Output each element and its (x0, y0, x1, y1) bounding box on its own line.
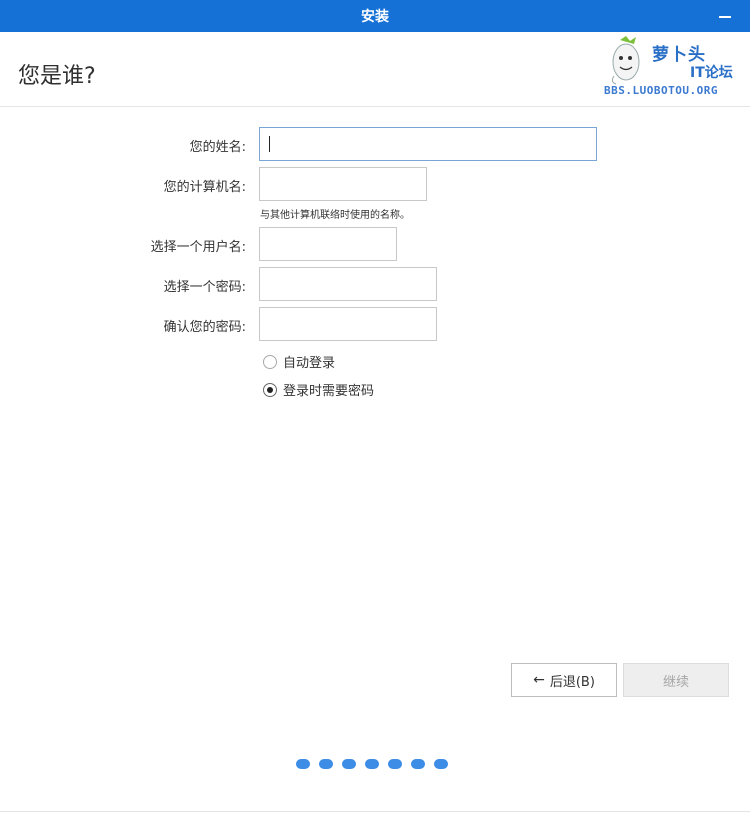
name-label: 您的姓名: (189, 140, 246, 155)
username-label: 选择一个用户名: (150, 240, 246, 255)
step-dot (365, 759, 379, 769)
mascot-icon (611, 36, 640, 85)
password-field[interactable] (259, 267, 437, 301)
require-password-radio[interactable] (263, 382, 277, 397)
minimize-icon[interactable] (718, 7, 732, 21)
page-header: 您是谁? 萝卜头 IT论坛 BBS.LUOBOTOU.ORG (0, 32, 750, 107)
computer-name-label: 您的计算机名: (163, 180, 246, 195)
step-dot (296, 759, 310, 769)
watermark-brand-sub: IT论坛 (690, 65, 733, 81)
back-button-label: 后退(B) (549, 674, 595, 690)
auto-login-label: 自动登录 (283, 356, 336, 371)
step-dot (434, 759, 448, 769)
step-dot (319, 759, 333, 769)
step-dot (342, 759, 356, 769)
require-password-option[interactable]: 登录时需要密码 (263, 380, 374, 399)
page-title: 您是谁? (18, 64, 96, 89)
auto-login-option[interactable]: 自动登录 (263, 352, 335, 371)
continue-button[interactable]: 继续 (623, 663, 729, 697)
continue-button-label: 继续 (662, 674, 689, 690)
step-dot (388, 759, 402, 769)
back-button[interactable]: ← 后退(B) (511, 663, 617, 697)
computer-name-field[interactable] (259, 167, 427, 201)
computer-name-hint: 与其他计算机联络时使用的名称。 (260, 210, 410, 221)
arrow-left-icon: ← (533, 672, 545, 688)
step-dot (411, 759, 425, 769)
auto-login-radio[interactable] (263, 354, 277, 369)
require-password-label: 登录时需要密码 (283, 384, 375, 399)
watermark-url: BBS.LUOBOTOU.ORG (604, 84, 718, 97)
confirm-password-field[interactable] (259, 307, 437, 341)
window-title: 安装 (361, 9, 389, 25)
confirm-password-label: 确认您的密码: (163, 320, 246, 335)
window-titlebar: 安装 (0, 0, 750, 32)
password-label: 选择一个密码: (163, 280, 246, 295)
watermark-logo: 萝卜头 IT论坛 BBS.LUOBOTOU.ORG (604, 34, 744, 100)
username-field[interactable] (259, 227, 397, 261)
name-field[interactable] (259, 127, 597, 161)
step-progress (296, 759, 457, 769)
text-caret (269, 136, 270, 152)
bottom-divider (0, 811, 750, 812)
